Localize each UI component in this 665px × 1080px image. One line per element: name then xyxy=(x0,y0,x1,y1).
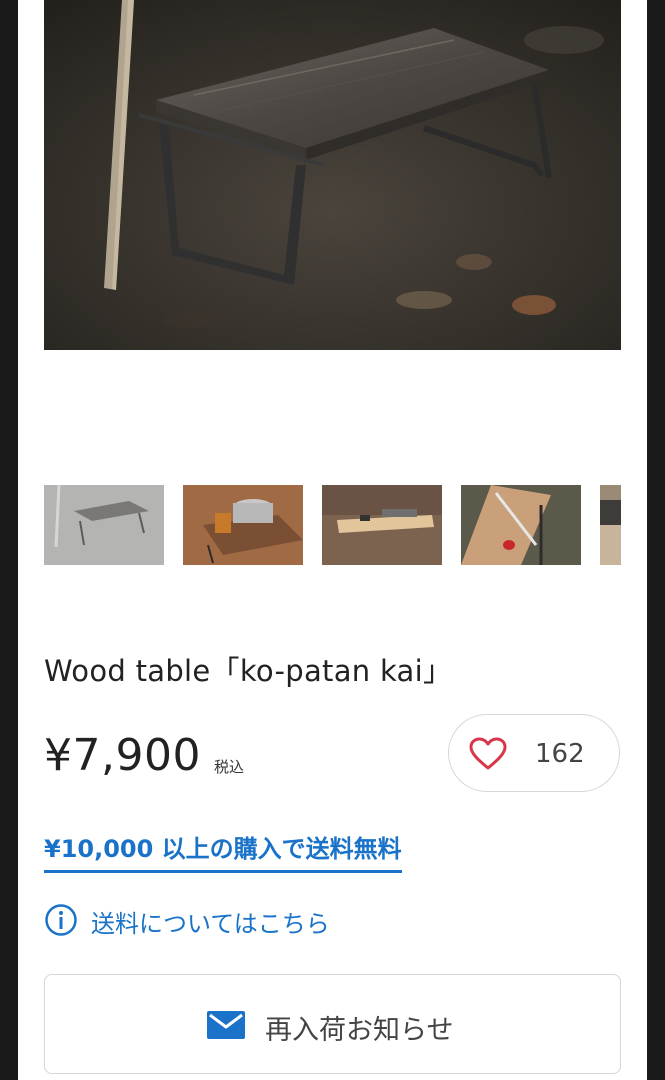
favorite-count: 162 xyxy=(535,739,585,769)
product-page: Wood table「ko-patan kai」 ¥7,900 税込 162 ¥… xyxy=(18,0,647,1080)
mail-icon xyxy=(207,1011,245,1043)
thumbnail-strip xyxy=(44,485,621,565)
heart-icon xyxy=(469,737,507,775)
thumbnail-1[interactable] xyxy=(44,485,164,565)
thumbnail-3[interactable] xyxy=(322,485,442,565)
restock-button-label: 再入荷お知らせ xyxy=(265,1015,454,1046)
favorite-button[interactable]: 162 xyxy=(448,714,620,792)
tax-included-label: 税込 xyxy=(214,758,245,776)
product-price: ¥7,900 xyxy=(44,730,201,781)
info-icon xyxy=(44,903,78,941)
free-shipping-banner: ¥10,000 以上の購入で送料無料 xyxy=(44,829,402,873)
thumbnail-5[interactable] xyxy=(600,485,621,565)
thumbnail-4[interactable] xyxy=(461,485,581,565)
product-title: Wood table「ko-patan kai」 xyxy=(44,654,453,688)
restock-notify-button[interactable]: 再入荷お知らせ xyxy=(44,974,621,1074)
shipping-info-link-text: 送料についてはこちら xyxy=(91,910,330,938)
main-product-image[interactable] xyxy=(44,0,621,350)
thumbnail-2[interactable] xyxy=(183,485,303,565)
